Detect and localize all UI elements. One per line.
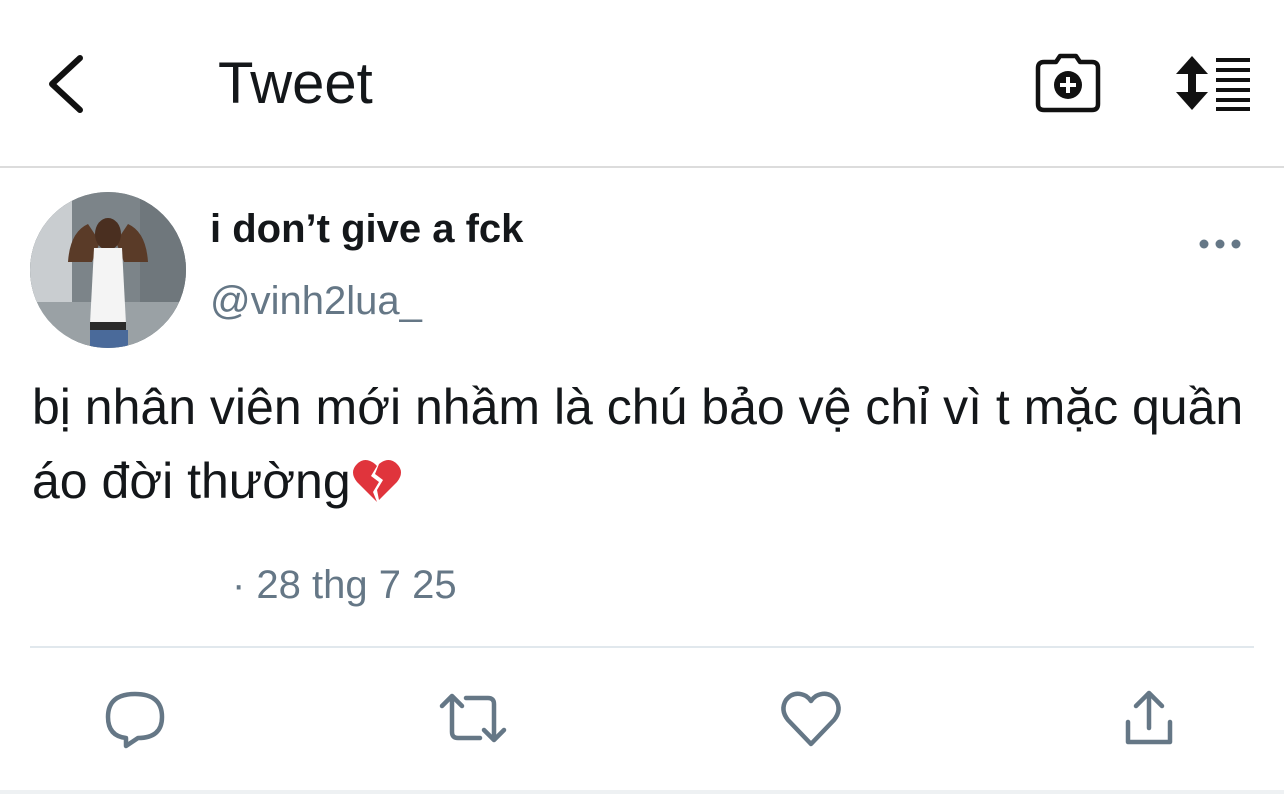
avatar[interactable] <box>30 192 186 348</box>
back-button[interactable] <box>40 52 96 116</box>
avatar-image <box>30 192 186 348</box>
heart-icon <box>781 691 841 747</box>
user-handle[interactable]: @vinh2lua_ <box>210 276 422 326</box>
reply-button[interactable] <box>100 686 170 750</box>
retweet-icon <box>439 693 507 743</box>
display-name[interactable]: i don’t give a fck <box>210 204 523 254</box>
page-title: Tweet <box>218 51 373 116</box>
like-button[interactable] <box>776 686 846 750</box>
reply-icon <box>105 691 165 749</box>
tweet-body: bị nhân viên mới nhầm là chú bảo vệ chỉ … <box>32 379 1258 509</box>
tweet-timestamp[interactable]: · 28 thg 7 25 <box>232 560 457 610</box>
sort-list-icon <box>1176 56 1250 111</box>
more-options-button[interactable] <box>1198 230 1242 258</box>
camera-button[interactable] <box>1034 50 1102 116</box>
share-icon <box>1125 690 1173 745</box>
more-icon <box>1199 239 1241 249</box>
top-bar: Tweet <box>0 0 1284 168</box>
tweet-text: bị nhân viên mới nhầm là chú bảo vệ chỉ … <box>32 370 1272 518</box>
share-button[interactable] <box>1114 686 1184 750</box>
chevron-left-icon <box>49 55 83 113</box>
sort-button[interactable] <box>1172 54 1252 112</box>
broken-heart-emoji <box>352 460 401 502</box>
divider <box>30 646 1254 648</box>
retweet-button[interactable] <box>438 686 508 750</box>
camera-plus-icon <box>1035 53 1101 113</box>
bottom-divider <box>0 790 1284 794</box>
